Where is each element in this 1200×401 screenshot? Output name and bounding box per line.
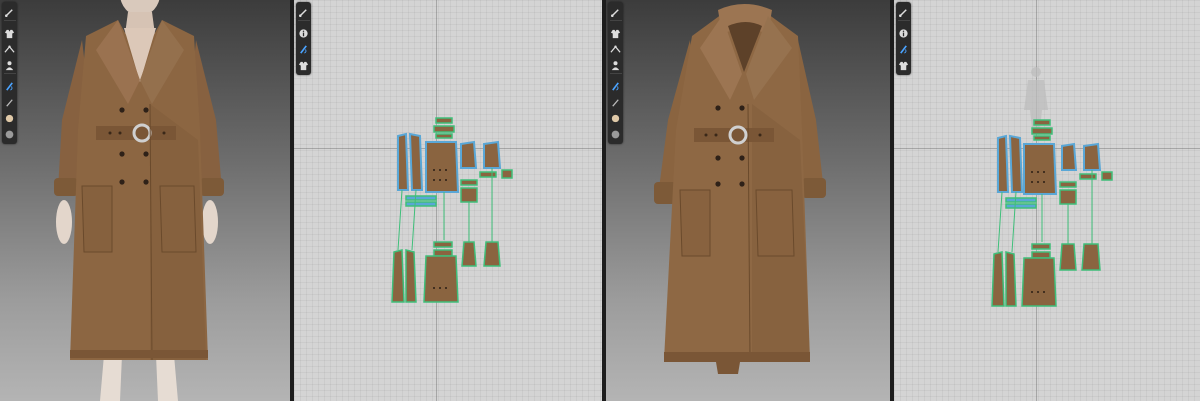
brush-icon[interactable] <box>298 6 310 18</box>
info-icon[interactable] <box>898 27 910 39</box>
fold-icon[interactable] <box>4 43 16 55</box>
brush-icon[interactable] <box>898 6 910 18</box>
info-icon[interactable] <box>298 27 310 39</box>
pattern-toolbar <box>296 2 311 75</box>
garment-render[interactable] <box>0 0 290 401</box>
2d-pattern-view-right[interactable] <box>894 0 1200 401</box>
brush-icon[interactable] <box>610 6 622 18</box>
needle-icon[interactable] <box>4 80 16 92</box>
2d-pattern-view-left[interactable] <box>294 0 602 401</box>
garment-icon[interactable] <box>4 27 16 39</box>
viewport-toolbar <box>2 2 17 144</box>
pen-icon[interactable] <box>610 96 622 108</box>
garment-icon[interactable] <box>298 59 310 71</box>
3d-garment-view-right[interactable] <box>606 0 890 401</box>
viewport-toolbar <box>608 2 623 144</box>
garment-render[interactable] <box>606 0 890 401</box>
sphere-icon[interactable] <box>4 128 16 140</box>
brush-icon[interactable] <box>4 6 16 18</box>
pattern-pieces[interactable] <box>894 0 1200 401</box>
garment-icon[interactable] <box>898 59 910 71</box>
needle-icon[interactable] <box>298 43 310 55</box>
garment-icon[interactable] <box>610 27 622 39</box>
avatar-icon[interactable] <box>4 59 16 71</box>
pattern-toolbar <box>896 2 911 75</box>
fold-icon[interactable] <box>610 43 622 55</box>
pattern-pieces[interactable] <box>294 0 602 401</box>
needle-icon[interactable] <box>610 80 622 92</box>
needle-icon[interactable] <box>898 43 910 55</box>
3d-garment-view-left[interactable] <box>0 0 290 401</box>
face-icon[interactable] <box>4 112 16 124</box>
face-icon[interactable] <box>610 112 622 124</box>
sphere-icon[interactable] <box>610 128 622 140</box>
avatar-icon[interactable] <box>610 59 622 71</box>
pen-icon[interactable] <box>4 96 16 108</box>
